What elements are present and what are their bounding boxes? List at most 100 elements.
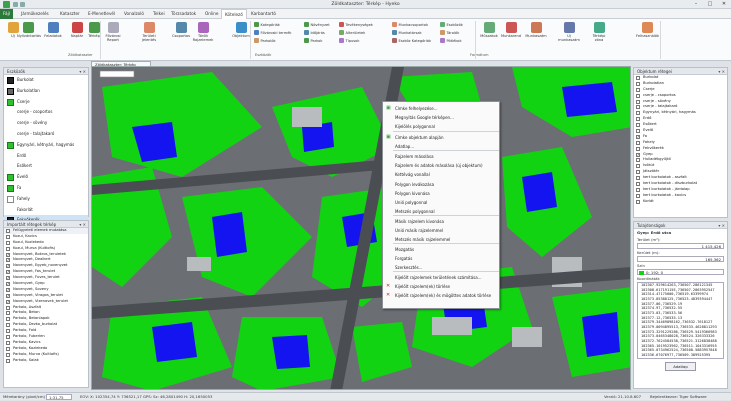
checkbox-icon[interactable] [636, 182, 640, 187]
tool-item[interactable]: Cserje [4, 97, 88, 108]
checkbox-icon[interactable] [6, 340, 10, 345]
context-menu-item-8[interactable]: Polygon levákozása [383, 180, 501, 189]
context-menu-item-2[interactable]: Kijelölés polygonnal [383, 122, 501, 131]
checkbox-icon[interactable] [6, 311, 10, 316]
maximize-button[interactable]: □ [703, 0, 717, 9]
menu-tab-6[interactable]: Törzsadatok [168, 9, 199, 19]
checkbox-icon[interactable]: ✓ [6, 258, 10, 263]
context-menu-item-6[interactable]: Rajzelem és adatok másolása (új objektum… [383, 161, 501, 170]
menu-tab-7[interactable]: Online [202, 9, 222, 19]
context-menu-item-15[interactable]: Mozgatás [383, 245, 501, 254]
checkbox-icon[interactable]: ✓ [6, 270, 10, 275]
checkbox-icon[interactable]: ✓ [6, 276, 10, 281]
context-menu-item-16[interactable]: Forgatás [383, 254, 501, 263]
ribbon-small-button-10[interactable]: Munkatársak [392, 30, 422, 37]
ribbon-small-button-12[interactable]: Eszközök [440, 22, 463, 29]
tool-item[interactable]: Burkolatlan [4, 86, 88, 97]
checkbox-icon[interactable] [6, 317, 10, 322]
checkbox-icon[interactable] [636, 99, 640, 104]
checkbox-icon[interactable] [6, 346, 10, 351]
tool-item[interactable]: Évelő [4, 172, 88, 183]
ribbon-small-button-0[interactable]: Kategóriák [254, 22, 280, 29]
ribbon-button-10[interactable]: Műszakok [478, 22, 500, 38]
checkbox-icon[interactable] [636, 176, 640, 181]
tool-item[interactable]: Fa [4, 183, 88, 194]
checkbox-icon[interactable] [6, 335, 10, 340]
checkbox-icon[interactable] [636, 129, 640, 134]
map-image[interactable] [92, 67, 631, 390]
checkbox-icon[interactable]: ✓ [6, 287, 10, 292]
ribbon-small-button-11[interactable]: Eszköz Kategóriák [392, 38, 431, 45]
checkbox-icon[interactable] [636, 123, 640, 128]
ribbon-button-15[interactable]: Felhasználók [636, 22, 659, 38]
ribbon-button-12[interactable]: Munkaszám [525, 22, 547, 38]
ribbon-button-9[interactable]: Objektum [230, 22, 252, 38]
ribbon-button-5[interactable]: Fővárosi Report [102, 22, 124, 42]
context-menu-item-9[interactable]: Polygon kivonása [383, 189, 501, 198]
checkbox-icon[interactable]: ✓ [6, 282, 10, 287]
checkbox-icon[interactable] [636, 193, 640, 198]
checkbox-icon[interactable]: ✓ [636, 152, 640, 157]
ribbon-button-1[interactable]: Nyilvántartás [17, 22, 41, 38]
coordinate-row[interactable]: 102307.929614263,736507.286121345 [638, 283, 723, 288]
checkbox-icon[interactable]: ✓ [6, 264, 10, 269]
color-select[interactable]: 0; 192; 0 [637, 269, 724, 275]
ribbon-small-button-3[interactable]: Növényzet [304, 22, 330, 29]
checkbox-icon[interactable] [636, 87, 640, 92]
checkbox-icon[interactable] [636, 140, 640, 145]
ribbon-small-button-14[interactable]: Pótlékok [440, 38, 462, 45]
checkbox-icon[interactable] [636, 76, 640, 80]
layer-row[interactable]: Parkolo, Salak [4, 358, 88, 364]
tool-item[interactable]: cserje - talajtakaró [4, 129, 88, 140]
menu-tab-9[interactable]: Karbantartó [248, 9, 279, 19]
checkbox-icon[interactable] [636, 111, 640, 116]
checkbox-icon[interactable] [636, 187, 640, 192]
menu-tab-0[interactable]: Fájl [0, 9, 13, 19]
checkbox-icon[interactable]: ✓ [6, 252, 10, 257]
checkbox-icon[interactable] [6, 329, 10, 334]
ribbon-small-button-7[interactable]: Alterületek [339, 30, 365, 37]
coordinate-row[interactable]: 102373.85388125,736523.4839394447 [638, 297, 723, 302]
panel-controls-icon[interactable]: ▾ ✕ [718, 222, 725, 229]
ribbon-button-8[interactable]: Törölt Rajzelemek [192, 22, 214, 42]
checkbox-icon[interactable] [6, 323, 10, 328]
checkbox-icon[interactable] [636, 117, 640, 122]
menu-tab-2[interactable]: Kataszter [57, 9, 83, 19]
context-menu-item-18[interactable]: Kijelölt rajzelemek területének számítás… [383, 273, 501, 282]
checkbox-icon[interactable] [636, 105, 640, 110]
ribbon-small-button-4[interactable]: Időjárás [304, 30, 325, 37]
panel-controls-icon[interactable]: ▾ ✕ [79, 221, 86, 228]
checkbox-icon[interactable] [636, 81, 640, 86]
context-menu-item-0[interactable]: ▣ Címke felhelyezése... [383, 104, 501, 113]
checkbox-icon[interactable] [636, 146, 640, 151]
menu-tab-4[interactable]: Vonalzoló [121, 9, 147, 19]
coordinate-row[interactable]: 102336.67076977,736509.389925395 [638, 353, 723, 358]
checkbox-icon[interactable] [6, 234, 10, 239]
checkbox-icon[interactable] [636, 164, 640, 169]
tool-item[interactable]: Esőkert [4, 161, 88, 172]
tool-item[interactable]: Fakorlát [4, 205, 88, 216]
tool-item[interactable]: Fahely [4, 194, 88, 205]
checkbox-icon[interactable]: ✓ [636, 134, 640, 139]
ribbon-small-button-1[interactable]: Fővároski termék [254, 30, 292, 37]
ribbon-small-button-5[interactable]: Parkok [304, 38, 322, 45]
datasheet-button[interactable]: Adatlap [665, 362, 696, 371]
checkbox-icon[interactable] [636, 170, 640, 175]
checkbox-icon[interactable] [636, 158, 640, 163]
checkbox-icon[interactable] [6, 240, 10, 245]
tool-item[interactable]: Erdő [4, 151, 88, 162]
checkbox-icon[interactable] [6, 352, 10, 357]
ribbon-button-6[interactable]: Területi jelentés [138, 22, 160, 42]
ribbon-small-button-9[interactable]: Munkacsoportok [392, 22, 428, 29]
close-button[interactable]: ✕ [717, 0, 731, 9]
coordinate-row[interactable]: 102379.0094895513,736533.4628811293 [638, 325, 723, 330]
checkbox-icon[interactable] [6, 305, 10, 310]
coordinates-list[interactable]: 102307.929614263,736507.286121345 102308.… [637, 282, 724, 359]
tool-item[interactable]: cserje - csoportos [4, 107, 88, 118]
menu-tab-1[interactable]: Járműkezelés [18, 9, 52, 19]
tool-item[interactable]: cserje - sövény [4, 118, 88, 129]
checkbox-icon[interactable] [6, 246, 10, 251]
checkbox-icon[interactable] [636, 93, 640, 98]
context-menu-item-7[interactable]: Kettévág vonallal [383, 170, 501, 179]
checkbox-icon[interactable] [6, 358, 10, 363]
